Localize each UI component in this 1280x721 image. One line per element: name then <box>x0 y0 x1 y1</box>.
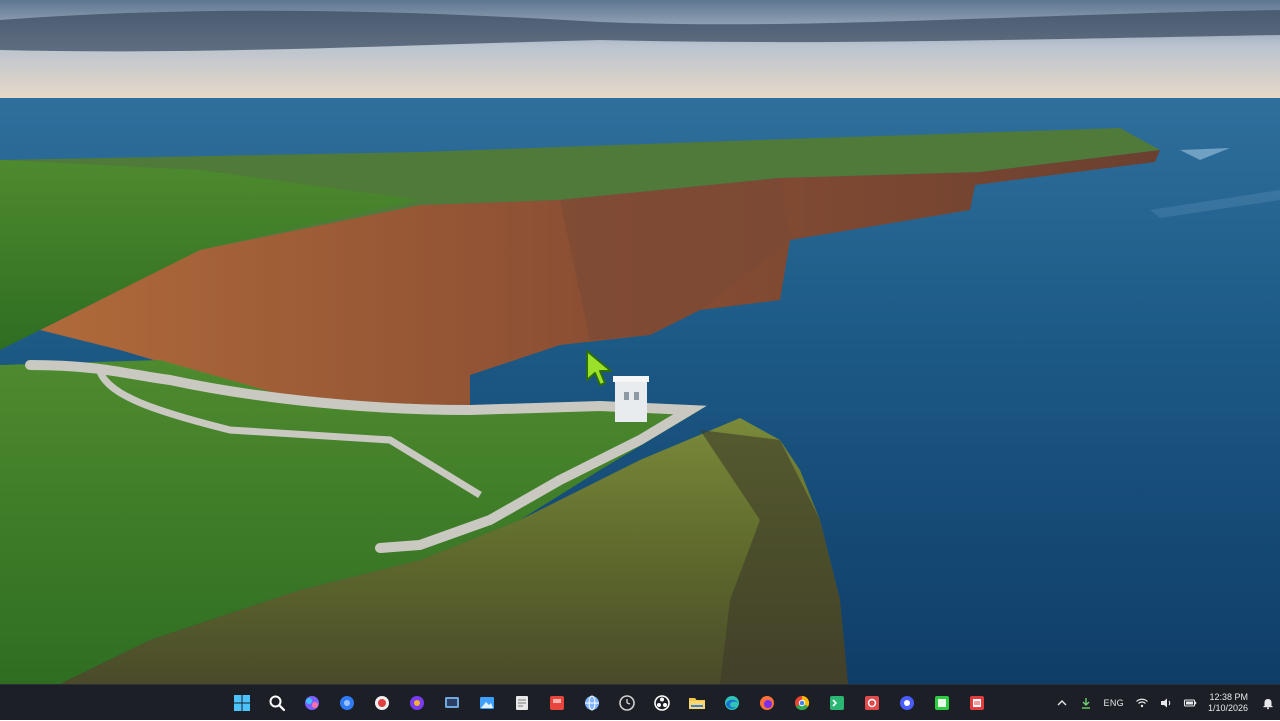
desktop-wallpaper <box>0 0 1280 684</box>
app-photos[interactable] <box>469 688 504 718</box>
app-edge[interactable] <box>714 688 749 718</box>
language-indicator[interactable]: ENG <box>1104 698 1124 708</box>
app-red-media[interactable] <box>854 688 889 718</box>
app-purple-circle[interactable] <box>399 688 434 718</box>
chevron-up-icon <box>1057 700 1067 706</box>
windows-logo-icon <box>233 695 250 711</box>
app-settings-globe[interactable] <box>574 688 609 718</box>
dot-app-icon <box>899 696 914 710</box>
clock-time: 12:38 PM <box>1209 692 1248 702</box>
media-app-icon <box>864 696 879 710</box>
bell-icon <box>1263 699 1273 710</box>
task-view-icon <box>444 697 459 708</box>
globe-icon <box>584 695 599 711</box>
app-notepad[interactable] <box>504 688 539 718</box>
photos-icon <box>479 697 494 709</box>
notepad-icon <box>515 696 528 710</box>
purple-app-icon <box>409 696 424 710</box>
search-button[interactable] <box>259 688 294 718</box>
clock-icon <box>618 695 635 711</box>
copilot-button[interactable] <box>294 688 329 718</box>
clock-date: 1/10/2026 <box>1207 703 1248 713</box>
app-red-record[interactable] <box>364 688 399 718</box>
chrome-icon <box>794 695 809 711</box>
blue-circle-app-icon <box>339 696 354 710</box>
desktop[interactable] <box>0 0 1280 684</box>
app-green-square[interactable] <box>924 688 959 718</box>
app-obs[interactable] <box>644 688 679 718</box>
app-blue-circle[interactable] <box>329 688 364 718</box>
system-tray: ENG 12:38 PM 1/10/2026 <box>1050 685 1280 721</box>
search-icon <box>269 695 285 712</box>
obs-icon <box>653 695 670 711</box>
speaker-icon <box>1160 698 1171 708</box>
copilot-icon <box>304 696 319 710</box>
wifi-button[interactable] <box>1132 693 1152 713</box>
taskbar-apps <box>224 685 994 721</box>
clock-button[interactable]: 12:38 PM 1/10/2026 <box>1208 692 1248 714</box>
green-square-app-icon <box>934 696 949 710</box>
wifi-icon <box>1136 698 1148 708</box>
show-hidden-icons-button[interactable] <box>1052 693 1072 713</box>
record-app-icon <box>374 696 389 710</box>
firefox-icon <box>759 696 774 710</box>
download-icon <box>1081 698 1090 709</box>
app-red-square[interactable] <box>539 688 574 718</box>
red-square-app-icon <box>549 696 564 710</box>
app-red-doc[interactable] <box>959 688 994 718</box>
app-file-explorer[interactable] <box>679 688 714 718</box>
taskbar: ENG 12:38 PM 1/10/2026 <box>0 684 1280 720</box>
app-task-view[interactable] <box>434 688 469 718</box>
terminal-icon <box>829 696 844 710</box>
tray-update-button[interactable] <box>1076 693 1096 713</box>
edge-icon <box>724 696 739 710</box>
app-chrome[interactable] <box>784 688 819 718</box>
battery-button[interactable] <box>1180 693 1200 713</box>
battery-icon <box>1183 699 1197 707</box>
app-clock[interactable] <box>609 688 644 718</box>
app-blue-dot[interactable] <box>889 688 924 718</box>
start-button[interactable] <box>224 688 259 718</box>
app-firefox[interactable] <box>749 688 784 718</box>
folder-icon <box>688 698 705 709</box>
volume-button[interactable] <box>1156 693 1176 713</box>
app-terminal[interactable] <box>819 688 854 718</box>
document-app-icon <box>969 696 984 710</box>
notifications-button[interactable] <box>1258 693 1278 713</box>
